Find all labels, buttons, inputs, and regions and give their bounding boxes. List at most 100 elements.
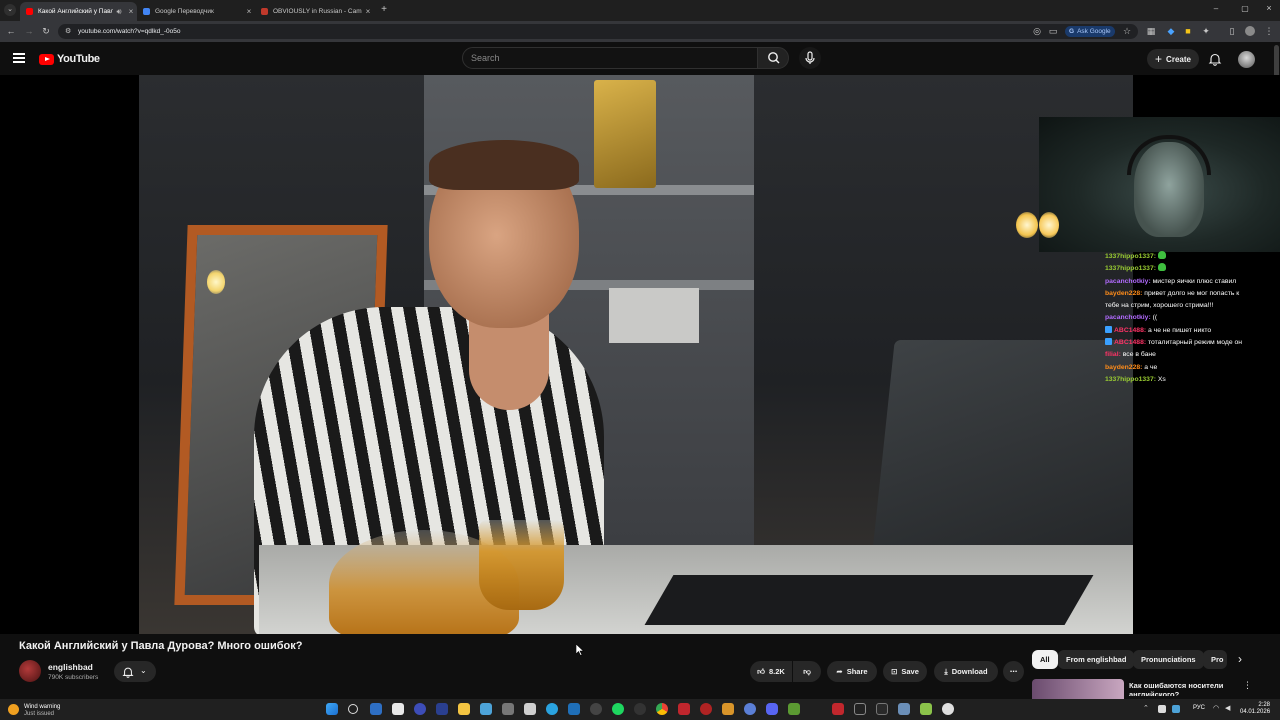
like-button[interactable]: 👍︎ 8.2K [750, 661, 792, 682]
app-icon[interactable] [524, 703, 536, 715]
chevron-right-icon[interactable]: › [1233, 652, 1247, 666]
close-tab-icon[interactable]: × [243, 7, 255, 16]
telegram-icon[interactable] [546, 703, 558, 715]
input-language-indicator[interactable]: РУС [1193, 705, 1205, 711]
subscription-bell-button[interactable]: ⌄ [114, 661, 156, 682]
cast-icon[interactable]: ▭ [1048, 26, 1058, 36]
app-icon[interactable] [722, 703, 734, 715]
download-label: Download [951, 667, 988, 676]
tab-google-translate[interactable]: Google Переводчик × [137, 2, 255, 21]
address-bar[interactable]: ⚙︎ youtube.com/watch?v=qdlkd_-0o5o [58, 24, 1138, 39]
chrome-icon[interactable] [656, 703, 668, 715]
volume-icon[interactable]: ◀ [1225, 704, 1230, 712]
app-icon[interactable] [634, 703, 646, 715]
search-button[interactable] [757, 47, 789, 69]
recommended-video-thumbnail[interactable] [1032, 679, 1124, 699]
extension-icon[interactable]: ▦ [1146, 26, 1156, 36]
app-icon[interactable] [480, 703, 492, 715]
chip-from-channel[interactable]: From englishbad [1058, 650, 1135, 669]
chat-badge-icon [1105, 325, 1112, 333]
close-window-icon[interactable]: × [1263, 3, 1275, 15]
close-tab-icon[interactable]: × [362, 7, 374, 16]
ask-google-button[interactable]: G Ask Google [1065, 26, 1115, 37]
speaker-icon[interactable]: 🔊︎ [113, 7, 125, 17]
app-icon[interactable] [898, 703, 910, 715]
google-lens-icon[interactable]: ◎ [1032, 26, 1042, 36]
ask-google-label: Ask Google [1077, 28, 1111, 35]
app-icon[interactable] [942, 703, 954, 715]
powershell-icon[interactable] [436, 703, 448, 715]
minimize-window-icon[interactable]: – [1210, 4, 1222, 16]
task-view-icon[interactable] [370, 703, 382, 715]
recommendation-menu-icon[interactable]: ⋮ [1243, 680, 1252, 691]
share-button[interactable]: ➦ Share [827, 661, 877, 682]
back-icon[interactable]: ← [6, 26, 16, 36]
create-label: Create [1166, 54, 1191, 64]
windows-start-icon[interactable] [326, 703, 338, 715]
chat-badge-icon [1105, 338, 1112, 346]
file-explorer-icon[interactable] [458, 703, 470, 715]
system-clock[interactable]: 2:28 04.01.2026 [1240, 702, 1270, 716]
tab-cambridge[interactable]: OBVIOUSLY in Russian - Camb × [255, 2, 374, 21]
bookmark-star-icon[interactable]: ☆ [1122, 26, 1132, 36]
chip-pronunciations[interactable]: Pronunciations [1133, 650, 1204, 669]
chat-username: ABC1488: [1114, 339, 1147, 347]
more-actions-button[interactable]: ⋯ [1003, 661, 1024, 682]
forward-icon[interactable]: → [24, 26, 34, 36]
app-icon[interactable] [392, 703, 404, 715]
site-info-icon[interactable]: ⚙︎ [65, 27, 73, 35]
close-tab-icon[interactable]: × [125, 7, 137, 16]
recommended-video-title[interactable]: Как ошибаются носители английского? [1129, 681, 1229, 696]
extension-icon[interactable]: ■ [1183, 26, 1193, 36]
tab-list-button[interactable]: ⌄ [4, 4, 16, 16]
video-title: Какой Английский у Павла Дурова? Много о… [19, 640, 303, 652]
browser-menu-icon[interactable]: ⋮ [1264, 26, 1274, 36]
discord-icon[interactable] [766, 703, 778, 715]
app-icon[interactable] [700, 703, 712, 715]
channel-name[interactable]: englishbad [48, 662, 93, 672]
voice-search-button[interactable] [799, 47, 821, 69]
channel-avatar[interactable] [19, 660, 41, 682]
weather-widget[interactable]: Wind warning Just issued [4, 701, 74, 718]
split-view-icon[interactable]: ▯ [1227, 26, 1237, 36]
extensions-puzzle-icon[interactable]: ✦ [1201, 26, 1211, 36]
weather-subtitle: Just issued [24, 711, 55, 717]
dislike-button[interactable]: 👎︎ [793, 661, 821, 682]
minecraft-icon[interactable] [788, 703, 800, 715]
extension-icon[interactable]: ◆ [1166, 26, 1176, 36]
chat-text: мистер яички плюс ставил [1152, 277, 1237, 285]
search-icon[interactable] [348, 704, 358, 714]
app-icon[interactable] [832, 703, 844, 715]
terminal-icon[interactable] [876, 703, 888, 715]
app-icon[interactable] [744, 703, 756, 715]
download-button[interactable]: ⤓ Download [934, 661, 998, 682]
wifi-icon[interactable]: ◠ [1213, 704, 1219, 712]
notifications-bell-icon[interactable] [1208, 52, 1222, 66]
chip-all[interactable]: All [1032, 650, 1058, 669]
maximize-window-icon[interactable]: ▢ [1239, 4, 1251, 16]
tray-app-icon[interactable] [1172, 705, 1180, 713]
create-button[interactable]: + Create [1147, 49, 1199, 69]
tray-overflow-icon[interactable]: ⌃ [1143, 704, 1149, 712]
app-icon[interactable] [678, 703, 690, 715]
new-tab-button[interactable]: + [378, 3, 390, 17]
reload-icon[interactable]: ↻ [41, 26, 51, 36]
app-icon[interactable] [414, 703, 426, 715]
app-icon[interactable] [854, 703, 866, 715]
chat-username: 1337hippo1337: [1105, 375, 1156, 383]
youtube-logo[interactable]: YouTube [39, 52, 100, 66]
tab-youtube[interactable]: Какой Английский у Павла 🔊︎ × [20, 2, 137, 21]
search-input[interactable]: Search [462, 47, 758, 69]
chatgpt-icon[interactable] [590, 703, 602, 715]
profile-avatar-icon[interactable] [1245, 26, 1255, 36]
tray-app-icon[interactable] [1158, 705, 1166, 713]
app-icon[interactable] [920, 703, 932, 715]
spotify-icon[interactable] [612, 703, 624, 715]
app-icon[interactable] [502, 703, 514, 715]
account-avatar[interactable] [1238, 51, 1255, 68]
hamburger-menu-icon[interactable] [13, 52, 25, 64]
chip-partial[interactable]: Pro [1203, 650, 1227, 669]
save-button[interactable]: ⊡ Save [883, 661, 927, 682]
app-icon[interactable] [568, 703, 580, 715]
lamp-light [207, 270, 225, 294]
